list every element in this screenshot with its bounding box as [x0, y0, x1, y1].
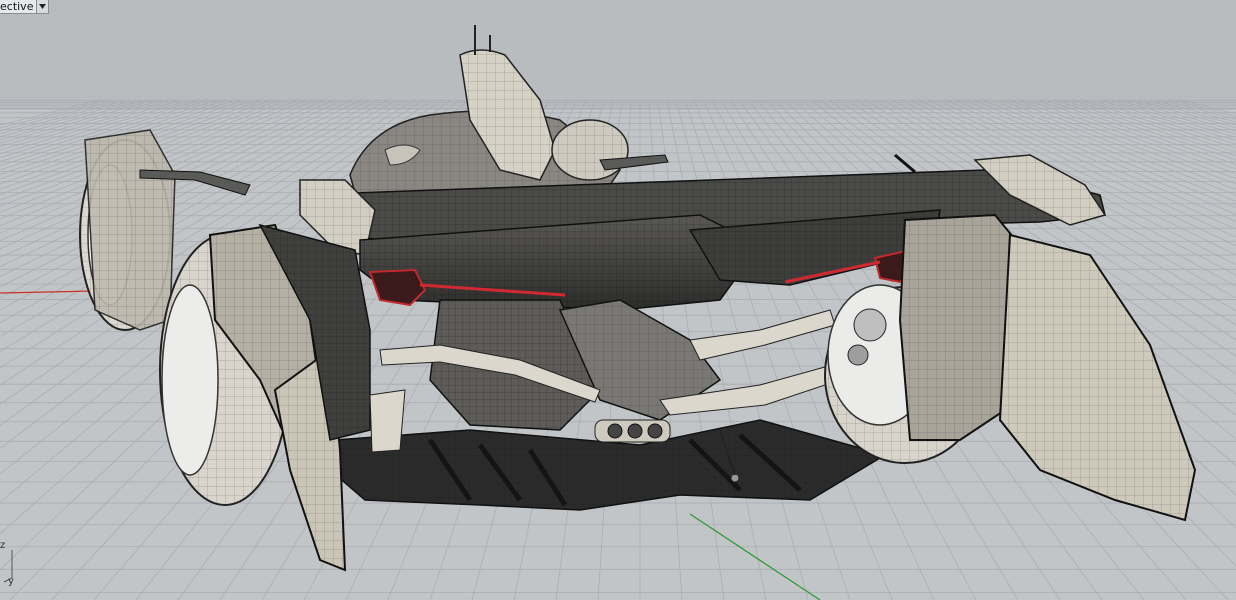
viewport-label[interactable]: ective: [0, 0, 36, 13]
axis-y-label: y: [8, 576, 14, 587]
viewport-scene[interactable]: [0, 0, 1236, 600]
axis-z-label: z: [0, 540, 6, 551]
perspective-viewport[interactable]: ective z y: [0, 0, 1236, 600]
viewport-title-tab[interactable]: ective: [0, 0, 50, 14]
chevron-down-icon[interactable]: [36, 0, 49, 13]
